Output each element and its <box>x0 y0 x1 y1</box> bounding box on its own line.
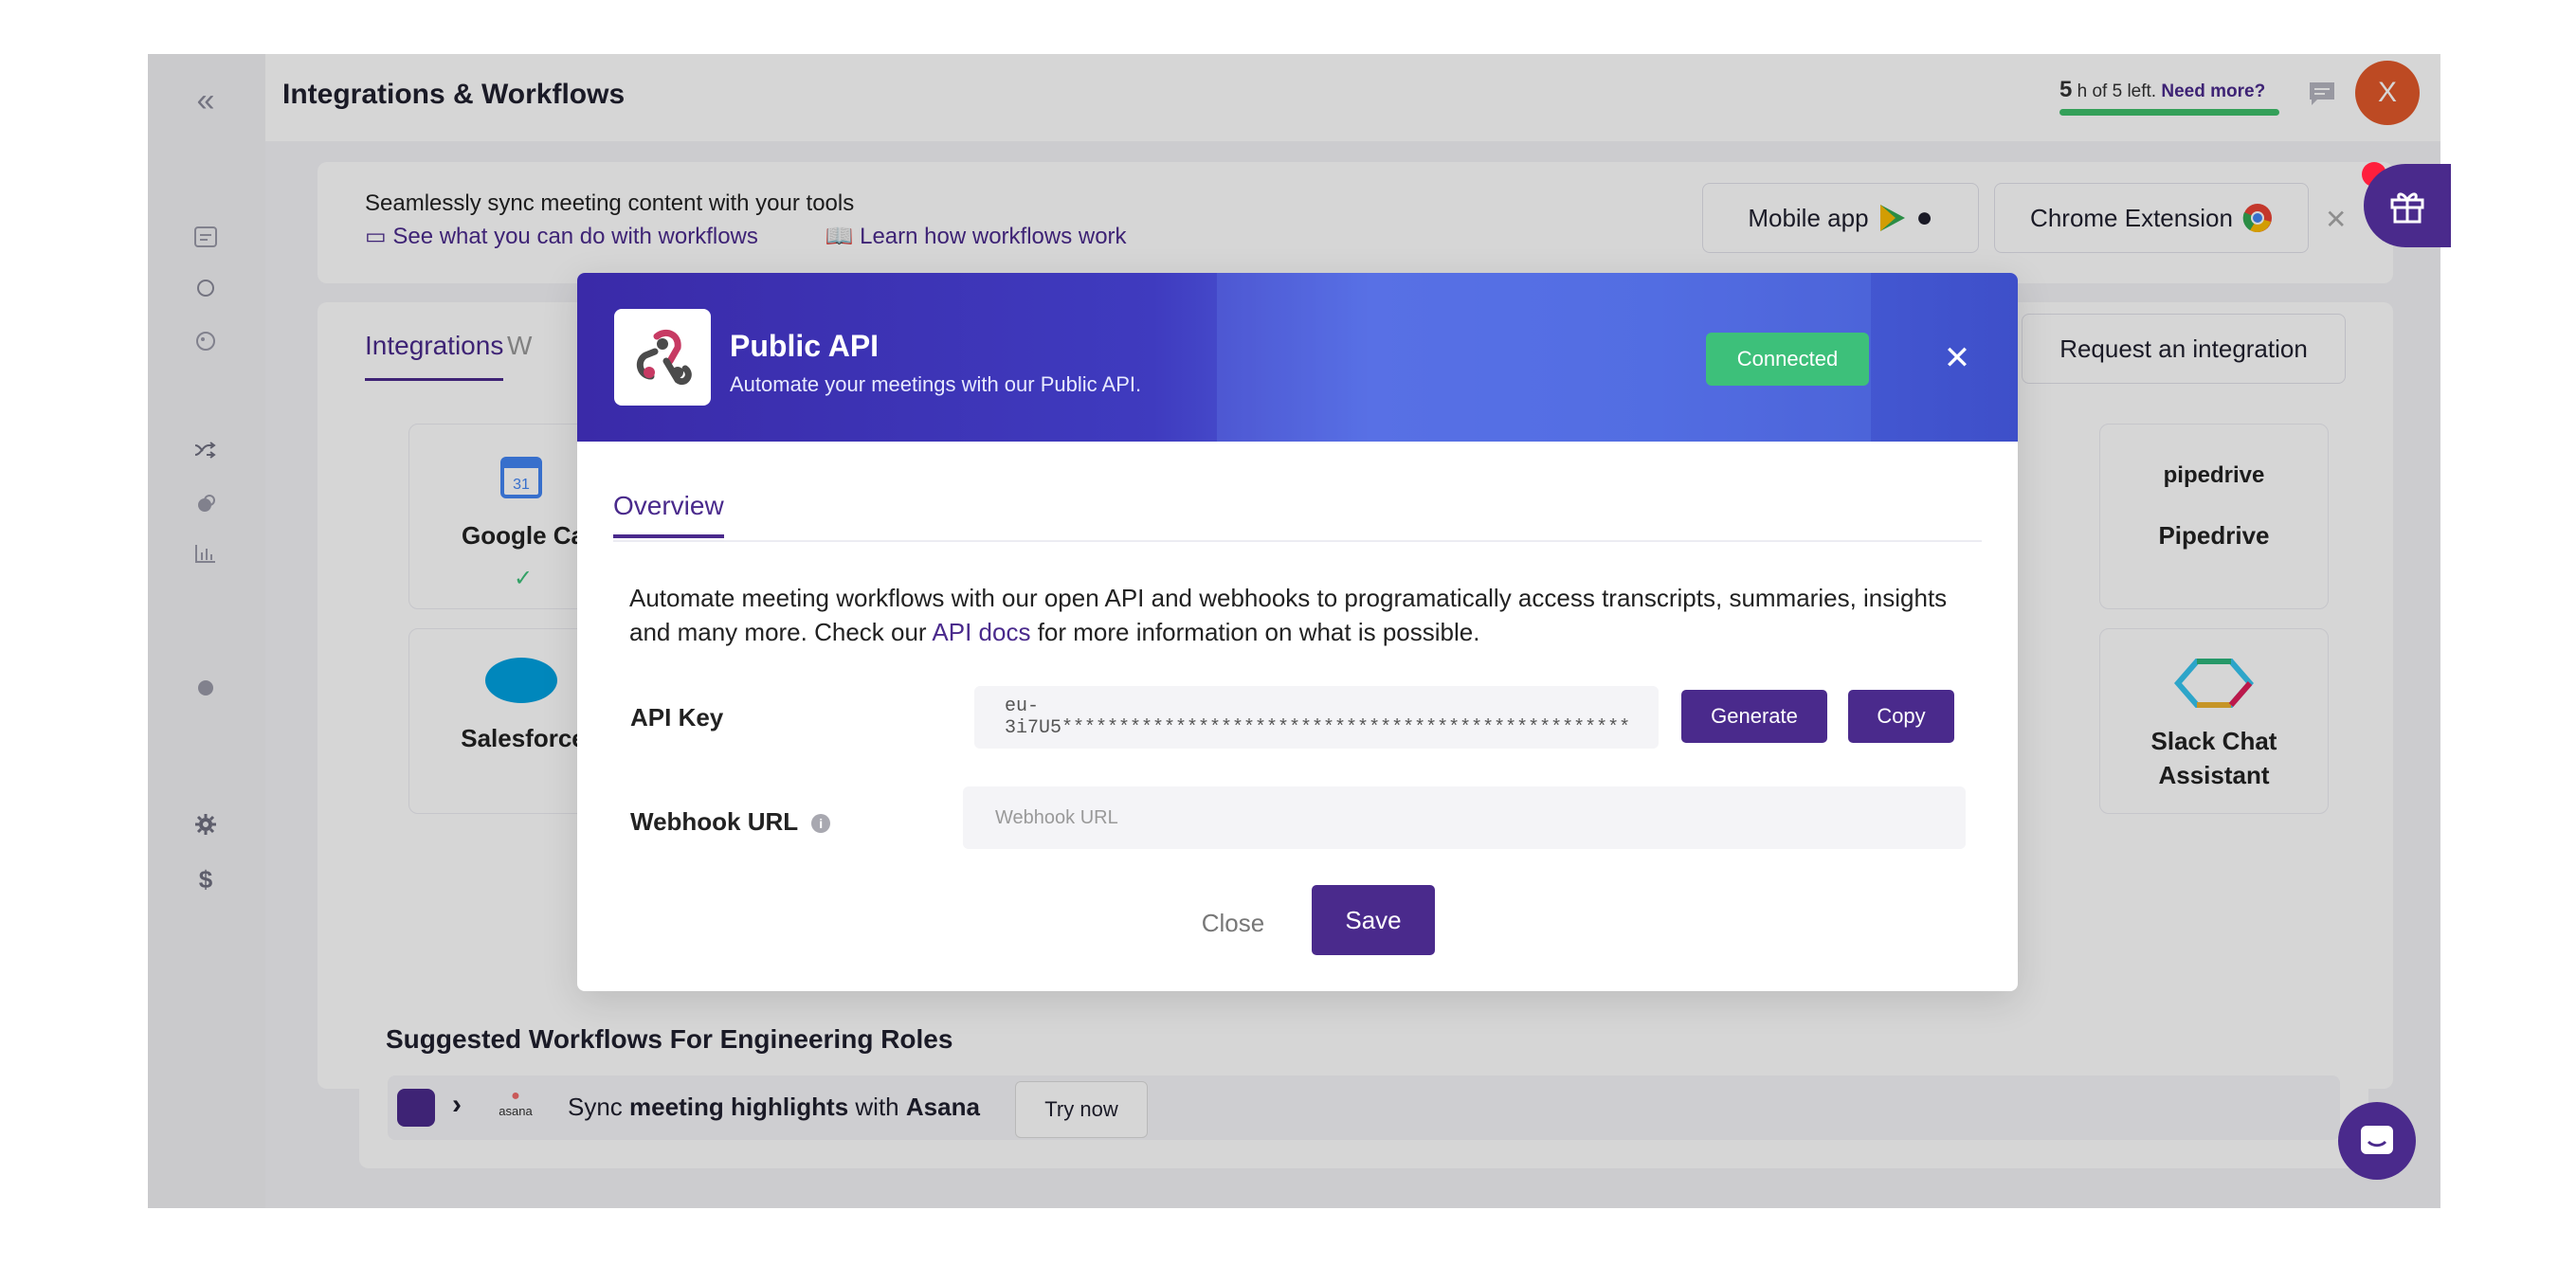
save-button[interactable]: Save <box>1312 885 1435 955</box>
connected-status-badge: Connected <box>1706 333 1869 386</box>
webhook-logo-icon <box>614 309 711 406</box>
modal-header: Public API Automate your meetings with o… <box>577 273 2018 442</box>
close-button[interactable]: Close <box>1182 889 1284 957</box>
close-icon[interactable]: ✕ <box>1939 340 1975 376</box>
modal-tabs: Overview <box>613 491 1982 542</box>
chat-icon <box>2361 1126 2393 1154</box>
chat-launcher-button[interactable] <box>2338 1102 2416 1180</box>
api-key-field[interactable]: eu-3i7U5********************************… <box>974 686 1659 749</box>
tab-overview[interactable]: Overview <box>613 491 724 538</box>
webhook-url-input[interactable]: Webhook URL <box>963 786 1966 849</box>
gift-button[interactable] <box>2364 164 2451 247</box>
modal-description: Automate meeting workflows with our open… <box>629 581 1956 649</box>
modal-subtitle: Automate your meetings with our Public A… <box>730 372 1142 396</box>
desc-text-2: for more information on what is possible… <box>1037 618 1480 646</box>
public-api-modal: Public API Automate your meetings with o… <box>577 273 2018 991</box>
modal-title: Public API <box>730 329 880 363</box>
webhook-url-label-text: Webhook URL <box>630 807 799 836</box>
copy-button[interactable]: Copy <box>1848 690 1954 743</box>
gift-icon <box>2390 192 2424 224</box>
info-icon[interactable]: i <box>811 814 831 834</box>
api-key-label: API Key <box>630 703 724 732</box>
generate-button[interactable]: Generate <box>1681 690 1827 743</box>
api-docs-link[interactable]: API docs <box>932 618 1030 646</box>
webhook-url-label: Webhook URL i <box>630 807 831 837</box>
